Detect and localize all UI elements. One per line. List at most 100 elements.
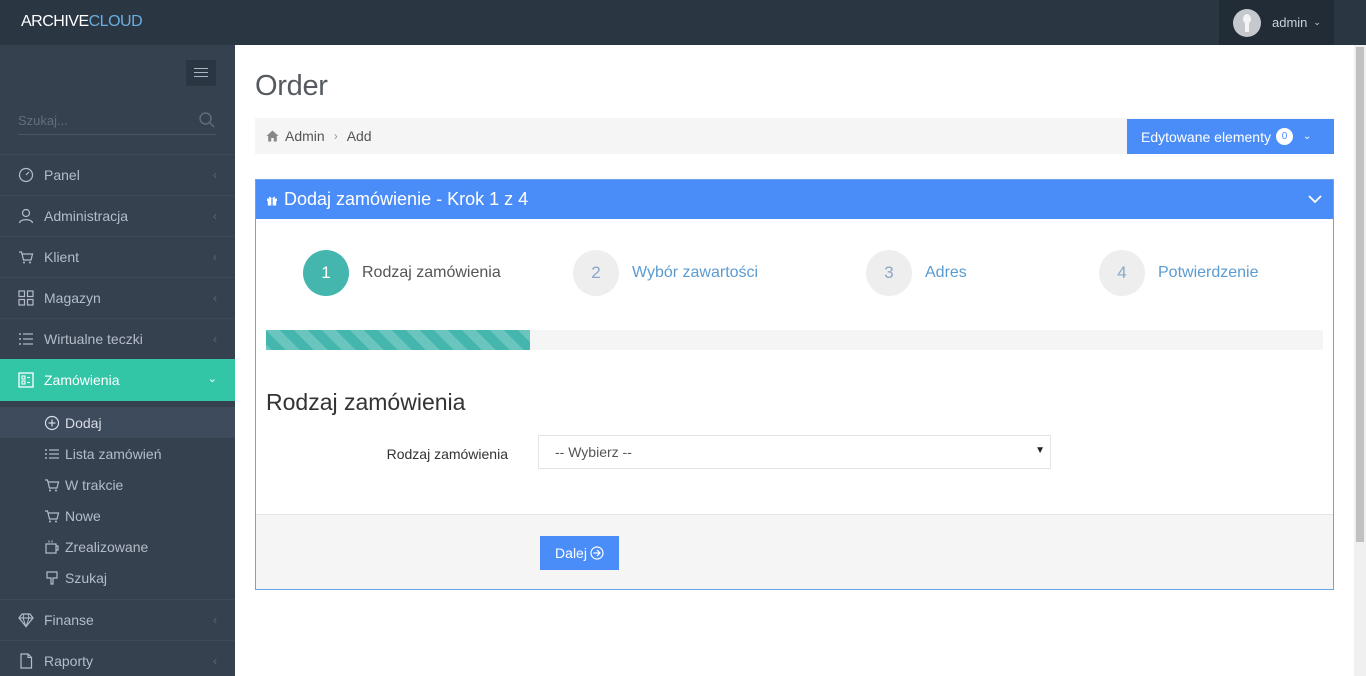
- sidebar-item-label: Wirtualne teczki: [44, 331, 143, 347]
- sidebar-item-raporty[interactable]: Raporty ‹: [0, 640, 235, 676]
- hamburger-line: [194, 76, 208, 77]
- arrow-circle-right-icon: [590, 546, 604, 560]
- main-content: Order Admin › Add Edytowane elementy 0 ⌄…: [235, 45, 1354, 676]
- order-type-selected-value: -- Wybierz --: [555, 444, 632, 460]
- sidebar-item-label: Finanse: [44, 612, 94, 628]
- search-input[interactable]: [18, 107, 188, 133]
- sidebar-toggle-button[interactable]: [186, 60, 216, 86]
- chevron-left-icon: ‹: [213, 291, 217, 305]
- section-title: Rodzaj zamówienia: [266, 389, 466, 415]
- sidebar-subitem-szukaj[interactable]: Szukaj: [0, 562, 235, 593]
- sidebar-item-klient[interactable]: Klient ‹: [0, 236, 235, 277]
- chevron-left-icon: ‹: [213, 250, 217, 264]
- sidebar: Panel ‹ Administracja ‹ Klient ‹ Magazyn…: [0, 45, 235, 676]
- sidebar-subitem-label: Lista zamówień: [65, 445, 162, 462]
- page-scrollbar[interactable]: [1354, 45, 1366, 676]
- hamburger-line: [194, 72, 208, 73]
- wizard-steps: 1 Rodzaj zamówienia 2 Wybór zawartości 3…: [256, 250, 1333, 296]
- cart-icon: [19, 251, 34, 264]
- sidebar-subitem-label: Szukaj: [65, 569, 108, 586]
- sidebar-item-label: Raporty: [44, 653, 94, 669]
- sidebar-subitem-label: W trakcie: [65, 476, 124, 493]
- breadcrumb-add: Add: [346, 128, 372, 144]
- step-label: Wybór zawartości: [632, 264, 759, 281]
- caret-down-icon: ▼: [1035, 445, 1045, 456]
- sidebar-item-label: Klient: [44, 249, 80, 265]
- next-button-label: Dalej: [555, 545, 587, 561]
- chevron-left-icon: ‹: [213, 654, 217, 668]
- document-icon: [20, 653, 33, 669]
- edited-elements-button[interactable]: Edytowane elementy 0 ⌄: [1127, 119, 1334, 154]
- progress-bar-fill: [266, 330, 531, 350]
- sidebar-menu: Panel ‹ Administracja ‹ Klient ‹ Magazyn…: [0, 154, 235, 676]
- list-icon: [45, 448, 59, 459]
- wizard-step-4[interactable]: 4 Potwierdzenie: [1099, 250, 1259, 296]
- sidebar-item-label: Zamówienia: [44, 372, 120, 388]
- sidebar-item-magazyn[interactable]: Magazyn ‹: [0, 277, 235, 318]
- user-name: admin: [1272, 15, 1308, 30]
- order-type-label: Rodzaj zamówienia: [386, 446, 508, 462]
- step-number: 2: [573, 250, 619, 296]
- diamond-icon: [18, 613, 34, 628]
- grid-icon: [18, 290, 34, 306]
- avatar: [1233, 8, 1261, 37]
- step-number: 3: [866, 250, 912, 296]
- panel-title: Dodaj zamówienie - Krok 1 z 4: [266, 189, 528, 210]
- cart-icon: [45, 509, 60, 522]
- home-icon: [266, 130, 279, 142]
- wizard-step-2[interactable]: 2 Wybór zawartości: [573, 250, 758, 296]
- gift-icon: [267, 196, 277, 205]
- sidebar-subitem-label: Zrealizowane: [65, 538, 149, 555]
- scrollbar-thumb[interactable]: [1356, 47, 1364, 542]
- chevron-down-icon: ⌄: [1313, 17, 1321, 27]
- chevron-down-icon: ⌄: [1302, 131, 1312, 142]
- chevron-left-icon: ‹: [213, 332, 217, 346]
- sidebar-subitem-label: Nowe: [65, 507, 101, 524]
- sidebar-submenu-zamowienia: Dodaj Lista zamówień W trakcie Nowe Zrea…: [0, 400, 235, 599]
- sidebar-item-finanse[interactable]: Finanse ‹: [0, 599, 235, 640]
- sidebar-item-zamowienia[interactable]: Zamówienia ⌄: [0, 359, 235, 400]
- sidebar-subitem-dodaj[interactable]: Dodaj: [0, 407, 235, 438]
- user-icon: [18, 208, 34, 224]
- chevron-down-icon: ⌄: [207, 373, 217, 385]
- panel-header: Dodaj zamówienie - Krok 1 z 4: [256, 180, 1333, 219]
- top-bar: ARCHIVECLOUD admin ⌄: [0, 0, 1366, 45]
- chevron-right-icon: ›: [333, 129, 338, 143]
- wizard-step-1[interactable]: 1 Rodzaj zamówienia: [303, 250, 501, 296]
- sidebar-subitem-w-trakcie[interactable]: W trakcie: [0, 469, 235, 500]
- sidebar-item-administracja[interactable]: Administracja ‹: [0, 195, 235, 236]
- sidebar-item-label: Magazyn: [44, 290, 101, 306]
- logo-part-cloud: CLOUD: [88, 13, 143, 30]
- user-menu[interactable]: admin ⌄: [1219, 0, 1334, 45]
- chevron-left-icon: ‹: [213, 209, 217, 223]
- step-label: Rodzaj zamówienia: [362, 264, 501, 281]
- wizard-progress: [266, 330, 1323, 350]
- sidebar-item-wirtualne-teczki[interactable]: Wirtualne teczki ‹: [0, 318, 235, 359]
- order-wizard-panel: Dodaj zamówienie - Krok 1 z 4 1 Rodzaj z…: [255, 179, 1334, 590]
- pin-icon: [46, 570, 58, 585]
- wizard-step-3[interactable]: 3 Adres: [866, 250, 967, 296]
- sidebar-item-panel[interactable]: Panel ‹: [0, 154, 235, 195]
- cup-icon: [45, 540, 59, 554]
- edited-elements-label: Edytowane elementy: [1141, 128, 1271, 145]
- step-label: Potwierdzenie: [1158, 264, 1259, 281]
- plus-circle-icon: [44, 415, 60, 430]
- list-icon: [19, 333, 33, 345]
- chevron-left-icon: ‹: [213, 168, 217, 182]
- sidebar-subitem-nowe[interactable]: Nowe: [0, 500, 235, 531]
- sidebar-subitem-lista-zamowien[interactable]: Lista zamówień: [0, 438, 235, 469]
- breadcrumb-admin[interactable]: Admin: [285, 128, 325, 144]
- cart-icon: [45, 478, 60, 491]
- step-number: 4: [1099, 250, 1145, 296]
- page-title: Order: [255, 70, 328, 102]
- logo-part-archive: ARCHIVE: [21, 13, 89, 30]
- sidebar-subitem-zrealizowane[interactable]: Zrealizowane: [0, 531, 235, 562]
- next-button[interactable]: Dalej: [540, 536, 619, 570]
- hamburger-line: [194, 68, 208, 69]
- sidebar-item-label: Administracja: [44, 208, 129, 224]
- order-type-select[interactable]: -- Wybierz -- ▼: [538, 435, 1051, 469]
- search-icon[interactable]: [198, 111, 216, 129]
- logo[interactable]: ARCHIVECLOUD: [21, 13, 143, 31]
- collapse-icon[interactable]: [1307, 192, 1323, 206]
- chevron-left-icon: ‹: [213, 613, 217, 627]
